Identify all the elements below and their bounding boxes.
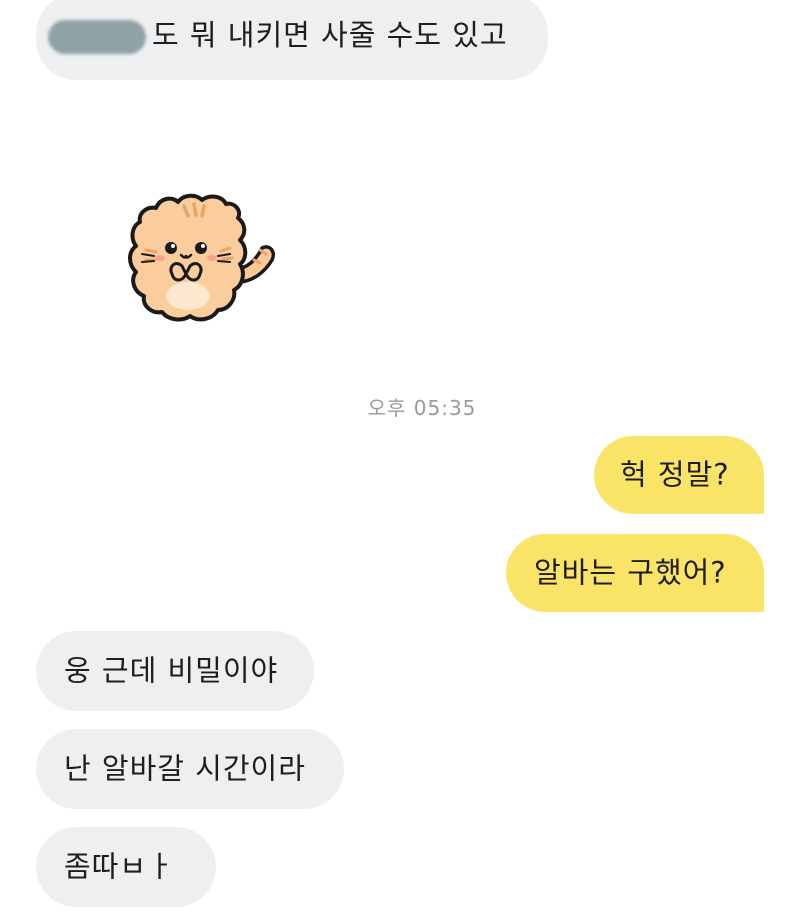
incoming-message-bubble[interactable]: 도 뭐 내키면 사줄 수도 있고 [36, 0, 548, 80]
outgoing-message-bubble[interactable]: 헉 정말? [594, 436, 764, 514]
message-text: 도 뭐 내키면 사줄 수도 있고 [152, 18, 508, 52]
message-text: 알바는 구했어? [534, 555, 727, 590]
incoming-message-bubble[interactable]: 난 알바갈 시간이라 [36, 729, 344, 809]
incoming-message-bubble[interactable]: 좀따ㅂㅏ [36, 827, 216, 907]
message-text: 웅 근데 비밀이야 [64, 653, 279, 688]
message-text: 난 알바갈 시간이라 [64, 751, 306, 786]
outgoing-message-bubble[interactable]: 알바는 구했어? [506, 534, 764, 612]
message-text: 헉 정말? [620, 457, 730, 492]
redacted-name [48, 20, 146, 54]
cat-sticker-icon [128, 193, 275, 322]
shy-orange-cat-sticker[interactable] [126, 190, 282, 326]
incoming-message-bubble[interactable]: 웅 근데 비밀이야 [36, 631, 314, 711]
message-timestamp: 오후 05:35 [367, 396, 477, 420]
message-text: 좀따ㅂㅏ [64, 849, 175, 884]
